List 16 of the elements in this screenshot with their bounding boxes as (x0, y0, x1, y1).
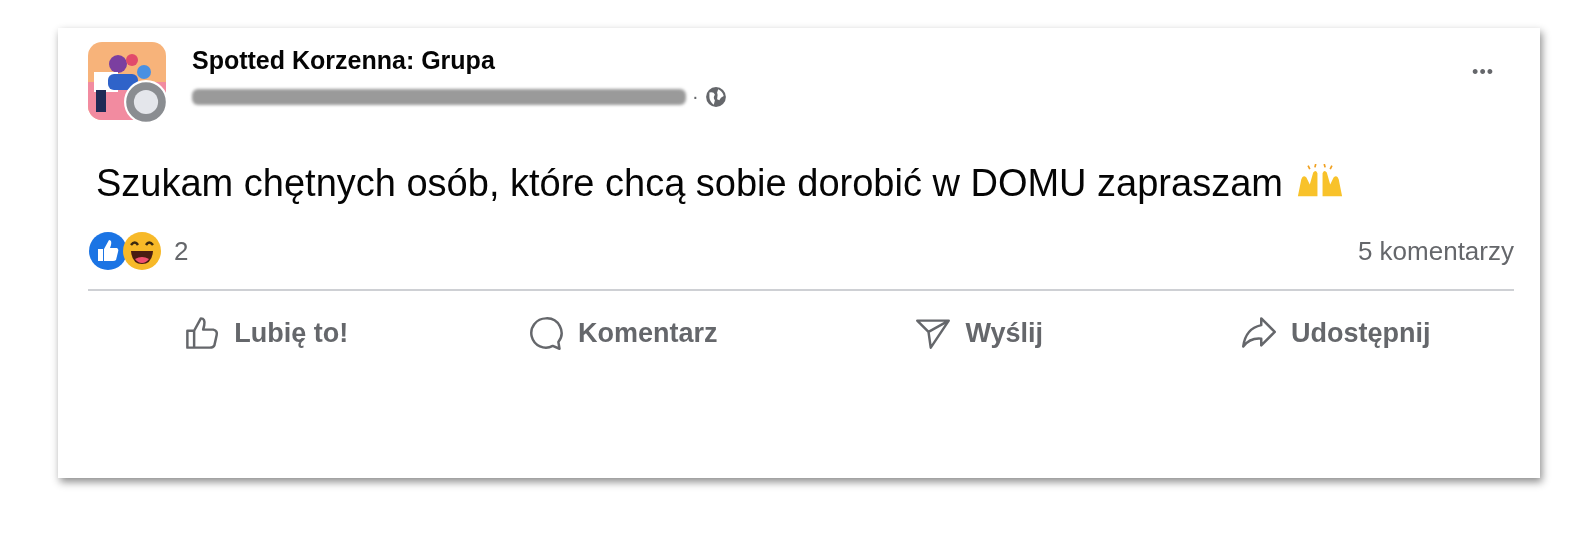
globe-icon (704, 85, 727, 108)
post-text: Szukam chętnych osób, które chcą sobie dorobić w DOMU zapraszam (96, 162, 1283, 204)
more-options-button[interactable]: ••• (1472, 62, 1514, 83)
like-button[interactable]: Lubię to! (88, 309, 445, 357)
send-button[interactable]: Wyślij (801, 309, 1158, 357)
comment-count-link[interactable]: 5 komentarzy (1357, 235, 1514, 267)
laughing-face-icon (122, 231, 162, 271)
share-arrow-icon (1241, 315, 1277, 351)
share-button[interactable]: Udostępnij (1157, 309, 1514, 357)
thumbs-up-icon (184, 315, 221, 351)
group-name[interactable]: Spotted Korzenna: Grupa (192, 46, 727, 75)
speech-bubble-icon (528, 315, 564, 351)
comment-button[interactable]: Komentarz (444, 309, 801, 357)
separator-dot: · (692, 85, 699, 108)
reaction-count[interactable]: 2 (174, 235, 189, 267)
like-reaction-icon (88, 231, 128, 271)
